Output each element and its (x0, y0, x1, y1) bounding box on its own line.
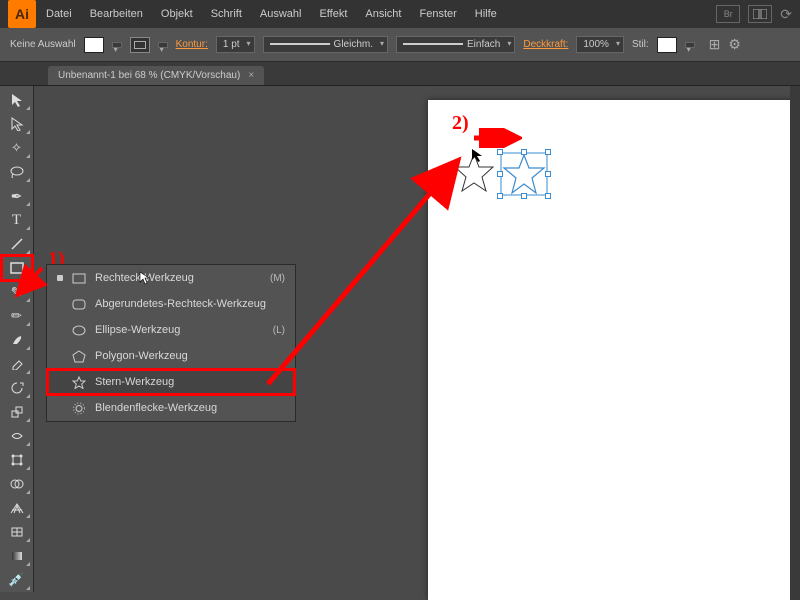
flare-icon (71, 400, 87, 416)
tab-title: Unbenannt-1 bei 68 % (CMYK/Vorschau) (58, 70, 240, 81)
stroke-swatch[interactable] (130, 37, 150, 53)
menu-effekt[interactable]: Effekt (311, 4, 355, 24)
tool-rectangle[interactable] (2, 256, 32, 280)
star-icon (71, 374, 87, 390)
menu-fenster[interactable]: Fenster (411, 4, 464, 24)
flyout-label: Ellipse-Werkzeug (95, 324, 265, 336)
panel-strip (790, 86, 800, 600)
shape-tool-flyout: Rechteck-Werkzeug (M) Abgerundetes-Recht… (46, 264, 296, 422)
menubar-right: Br ⟳ (716, 5, 792, 23)
selection-state-label: Keine Auswahl (10, 39, 76, 50)
align-icon[interactable]: ⊞ (709, 36, 721, 53)
menu-bearbeiten[interactable]: Bearbeiten (82, 4, 151, 24)
tool-gradient[interactable] (2, 544, 32, 568)
flyout-ellipse[interactable]: Ellipse-Werkzeug (L) (47, 317, 295, 343)
brush-dropdown[interactable]: Einfach (396, 36, 515, 53)
tabbar: Unbenannt-1 bei 68 % (CMYK/Vorschau) × (0, 62, 800, 86)
ellipse-icon (71, 322, 87, 338)
tool-perspective-grid[interactable] (2, 496, 32, 520)
tool-magic-wand[interactable]: ✧ (2, 136, 32, 160)
prefs-icon[interactable]: ⚙ (728, 36, 741, 53)
sync-icon[interactable]: ⟳ (780, 6, 792, 23)
deckkraft-label[interactable]: Deckkraft: (523, 39, 568, 50)
stroke-profile-dropdown[interactable]: Gleichm. (263, 36, 388, 53)
move-cursor-icon (471, 148, 487, 164)
rect-icon (71, 270, 87, 286)
tool-blob-brush[interactable] (2, 328, 32, 352)
flyout-stern[interactable]: Stern-Werkzeug (47, 369, 295, 395)
tool-eyedropper[interactable]: 💉 (2, 568, 32, 592)
tool-lasso[interactable] (2, 160, 32, 184)
flyout-label: Rechteck-Werkzeug (95, 272, 262, 284)
style-dropdown[interactable] (685, 42, 695, 48)
flyout-rechteck[interactable]: Rechteck-Werkzeug (M) (47, 265, 295, 291)
arrange-icon[interactable] (748, 5, 772, 23)
flyout-abgerundetes-rechteck[interactable]: Abgerundetes-Rechteck-Werkzeug (47, 291, 295, 317)
tool-direct-selection[interactable] (2, 112, 32, 136)
star-shape-selected[interactable] (500, 152, 548, 196)
tool-width[interactable] (2, 424, 32, 448)
artboard[interactable] (428, 100, 800, 600)
menu-hilfe[interactable]: Hilfe (467, 4, 505, 24)
tool-pencil[interactable]: ✏ (2, 304, 32, 328)
stil-label: Stil: (632, 39, 649, 50)
tool-type[interactable]: T (2, 208, 32, 232)
tool-shape-builder[interactable] (2, 472, 32, 496)
menu-auswahl[interactable]: Auswahl (252, 4, 310, 24)
controlbar: Keine Auswahl Kontur: 1 pt Gleichm. Einf… (0, 28, 800, 62)
menu-datei[interactable]: Datei (38, 4, 80, 24)
kontur-label[interactable]: Kontur: (176, 39, 208, 50)
flyout-label: Blendenflecke-Werkzeug (95, 402, 285, 414)
flyout-shortcut: (M) (270, 273, 285, 284)
tool-free-transform[interactable] (2, 448, 32, 472)
tool-pen[interactable]: ✒ (2, 184, 32, 208)
tool-paintbrush[interactable]: ✎ (2, 280, 32, 304)
document-tab[interactable]: Unbenannt-1 bei 68 % (CMYK/Vorschau) × (48, 66, 264, 85)
fill-swatch[interactable] (84, 37, 104, 53)
tool-eraser[interactable] (2, 352, 32, 376)
cursor-icon (139, 271, 150, 285)
roundrect-icon (71, 296, 87, 312)
active-bullet-icon (57, 275, 63, 281)
toolbox: ✧ ✒ T ✎ ✏ 💉 (0, 86, 34, 592)
bridge-icon[interactable]: Br (716, 5, 740, 23)
menu-ansicht[interactable]: Ansicht (357, 4, 409, 24)
flyout-blendenflecke[interactable]: Blendenflecke-Werkzeug (47, 395, 295, 421)
style-swatch[interactable] (657, 37, 677, 53)
tool-line[interactable] (2, 232, 32, 256)
tab-close-icon[interactable]: × (248, 70, 254, 81)
flyout-label: Abgerundetes-Rechteck-Werkzeug (95, 298, 285, 310)
flyout-label: Stern-Werkzeug (95, 376, 285, 388)
annotation-step-2: 2) (452, 112, 469, 135)
menu-objekt[interactable]: Objekt (153, 4, 201, 24)
opacity-dropdown[interactable]: 100% (576, 36, 624, 53)
tool-scale[interactable] (2, 400, 32, 424)
fill-dropdown[interactable] (112, 42, 122, 48)
menubar: Ai Datei Bearbeiten Objekt Schrift Auswa… (0, 0, 800, 28)
tool-selection[interactable] (2, 88, 32, 112)
menu-schrift[interactable]: Schrift (203, 4, 250, 24)
flyout-shortcut: (L) (273, 325, 285, 336)
flyout-polygon[interactable]: Polygon-Werkzeug (47, 343, 295, 369)
stroke-weight-dropdown[interactable]: 1 pt (216, 36, 255, 53)
polygon-icon (71, 348, 87, 364)
app-logo: Ai (8, 0, 36, 28)
stroke-dropdown[interactable] (158, 42, 168, 48)
tool-mesh[interactable] (2, 520, 32, 544)
tool-rotate[interactable] (2, 376, 32, 400)
flyout-label: Polygon-Werkzeug (95, 350, 285, 362)
